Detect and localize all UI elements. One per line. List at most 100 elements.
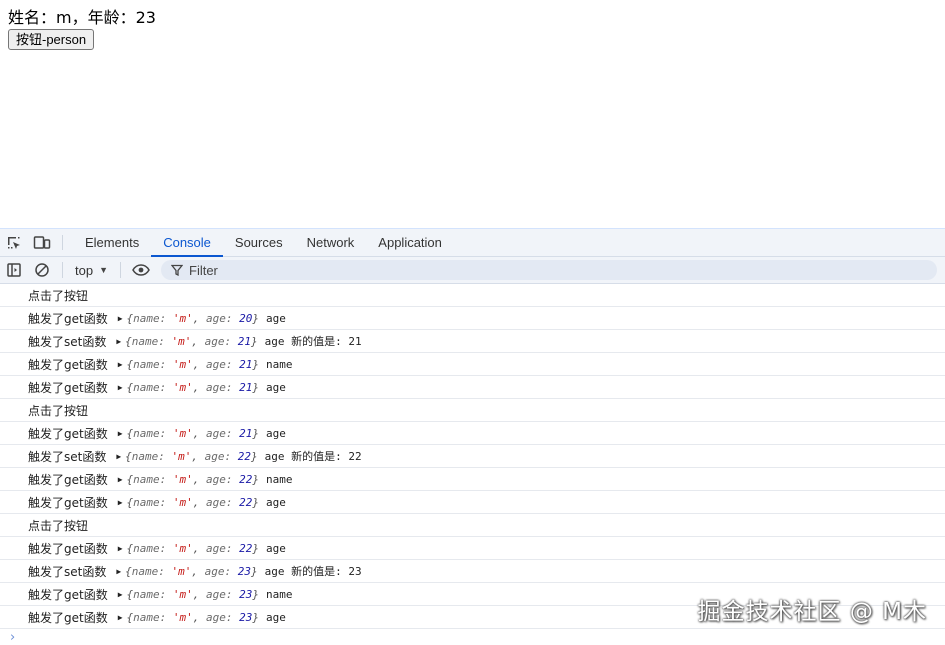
object-preview[interactable]: {name: 'm', age: 22}	[127, 542, 260, 555]
expand-triangle-icon[interactable]: ▶	[118, 360, 123, 369]
prop-value-age: 22	[239, 495, 253, 509]
object-preview[interactable]: {name: 'm', age: 23}	[127, 611, 260, 624]
tab-elements[interactable]: Elements	[73, 229, 151, 256]
brace: }	[252, 495, 260, 509]
filter-input[interactable]: Filter	[161, 260, 937, 280]
log-suffix: name	[266, 587, 293, 601]
prop-key: age:	[206, 541, 240, 555]
prop-value-name: 'm'	[172, 472, 193, 486]
expand-triangle-icon[interactable]: ▶	[118, 613, 123, 622]
prop-key: age:	[204, 564, 238, 578]
object-preview[interactable]: {name: 'm', age: 22}	[127, 473, 260, 486]
object-preview[interactable]: {name: 'm', age: 21}	[127, 381, 260, 394]
object-preview[interactable]: {name: 'm', age: 22}	[127, 496, 260, 509]
tab-sources[interactable]: Sources	[223, 229, 295, 256]
comma: ,	[191, 564, 205, 578]
clear-console-icon[interactable]	[28, 257, 56, 283]
prop-value-name: 'm'	[171, 449, 192, 463]
expand-triangle-icon[interactable]: ▶	[118, 498, 123, 507]
comma: ,	[192, 311, 207, 325]
tab-network[interactable]: Network	[295, 229, 367, 256]
console-row: 触发了get函数 ▶ {name: 'm', age: 21} age	[0, 376, 945, 399]
prop-key: age:	[206, 426, 240, 440]
expand-triangle-icon[interactable]: ▶	[118, 475, 123, 484]
page-viewport: 姓名：m，年龄：23 按钮-person	[0, 0, 945, 228]
prop-key: name:	[133, 311, 173, 325]
prop-key: age:	[204, 449, 238, 463]
log-suffix: name	[266, 472, 293, 486]
prop-value-name: 'm'	[172, 610, 193, 624]
log-suffix: age 新的值是: 21	[264, 335, 362, 348]
prop-key: age:	[206, 380, 240, 394]
device-toolbar-icon[interactable]	[28, 229, 56, 256]
object-preview[interactable]: {name: 'm', age: 23}	[127, 588, 260, 601]
log-label: 触发了set函数	[28, 334, 107, 349]
comma: ,	[192, 610, 207, 624]
expand-triangle-icon[interactable]: ▶	[118, 590, 123, 599]
brace: {	[125, 564, 132, 578]
prop-key: name:	[131, 564, 172, 578]
filter-funnel-icon	[171, 264, 183, 276]
log-suffix: name	[266, 357, 293, 371]
comma: ,	[192, 426, 207, 440]
prop-key: age:	[206, 357, 240, 371]
live-expression-eye-icon[interactable]	[127, 257, 155, 283]
prop-value-name: 'm'	[172, 357, 193, 371]
person-info: 姓名：m，年龄：23	[8, 8, 156, 28]
inspect-element-icon[interactable]	[0, 229, 28, 256]
brace: }	[252, 587, 260, 601]
log-suffix: age	[266, 380, 286, 394]
console-row: 触发了get函数 ▶ {name: 'm', age: 21} name	[0, 353, 945, 376]
brace: }	[252, 380, 260, 394]
sidebar-toggle-icon[interactable]	[0, 257, 28, 283]
object-preview[interactable]: {name: 'm', age: 21}	[125, 335, 258, 348]
prop-value-name: 'm'	[172, 380, 193, 394]
console-log: 点击了按钮 触发了get函数 ▶ {name: 'm', age: 20} age 触发了…	[0, 284, 945, 629]
expand-triangle-icon[interactable]: ▶	[118, 314, 123, 323]
watermark: 掘金技术社区 @ M木	[697, 599, 927, 625]
comma: ,	[192, 380, 207, 394]
prop-value-name: 'm'	[172, 495, 193, 509]
prop-value-name: 'm'	[171, 334, 192, 348]
devtools-tabbar: Elements Console Sources Network Applica…	[0, 229, 945, 257]
prop-value-age: 23	[239, 587, 253, 601]
prop-key: age:	[204, 334, 238, 348]
expand-triangle-icon[interactable]: ▶	[116, 337, 121, 346]
prop-value-name: 'm'	[172, 587, 193, 601]
expand-triangle-icon[interactable]: ▶	[116, 452, 121, 461]
age-label: ，年龄：	[71, 8, 136, 27]
object-preview[interactable]: {name: 'm', age: 21}	[127, 358, 260, 371]
log-suffix: age	[266, 495, 286, 509]
comma: ,	[192, 587, 207, 601]
object-preview[interactable]: {name: 'm', age: 20}	[127, 312, 260, 325]
brace: {	[125, 449, 132, 463]
prop-key: name:	[131, 334, 172, 348]
object-preview[interactable]: {name: 'm', age: 23}	[125, 565, 258, 578]
expand-triangle-icon[interactable]: ▶	[116, 567, 121, 576]
console-row: 触发了set函数 ▶ {name: 'm', age: 23} age 新的值是: 2…	[0, 560, 945, 583]
devtools-panel: Elements Console Sources Network Applica…	[0, 228, 945, 645]
expand-triangle-icon[interactable]: ▶	[118, 429, 123, 438]
prop-value-age: 22	[239, 541, 253, 555]
expand-triangle-icon[interactable]: ▶	[118, 383, 123, 392]
log-suffix: age	[266, 311, 286, 325]
object-preview[interactable]: {name: 'm', age: 21}	[127, 427, 260, 440]
console-row: 触发了get函数 ▶ {name: 'm', age: 22} age	[0, 491, 945, 514]
context-selector[interactable]: top ▼	[69, 263, 114, 278]
expand-triangle-icon[interactable]: ▶	[118, 544, 123, 553]
log-label: 触发了get函数	[28, 472, 108, 487]
prop-value-age: 21	[239, 380, 253, 394]
prop-key: name:	[133, 472, 173, 486]
console-toolbar: top ▼ Filter	[0, 257, 945, 284]
prop-key: name:	[133, 380, 173, 394]
log-suffix: age 新的值是: 23	[264, 565, 362, 578]
log-label: 触发了get函数	[28, 357, 108, 372]
console-prompt[interactable]: ›	[10, 630, 15, 645]
person-button[interactable]: 按钮-person	[8, 29, 95, 50]
tab-console[interactable]: Console	[151, 229, 223, 257]
log-label: 触发了get函数	[28, 426, 108, 441]
tab-application[interactable]: Application	[366, 229, 454, 256]
object-preview[interactable]: {name: 'm', age: 22}	[125, 450, 258, 463]
comma: ,	[192, 541, 207, 555]
dropdown-caret-icon: ▼	[99, 265, 108, 275]
